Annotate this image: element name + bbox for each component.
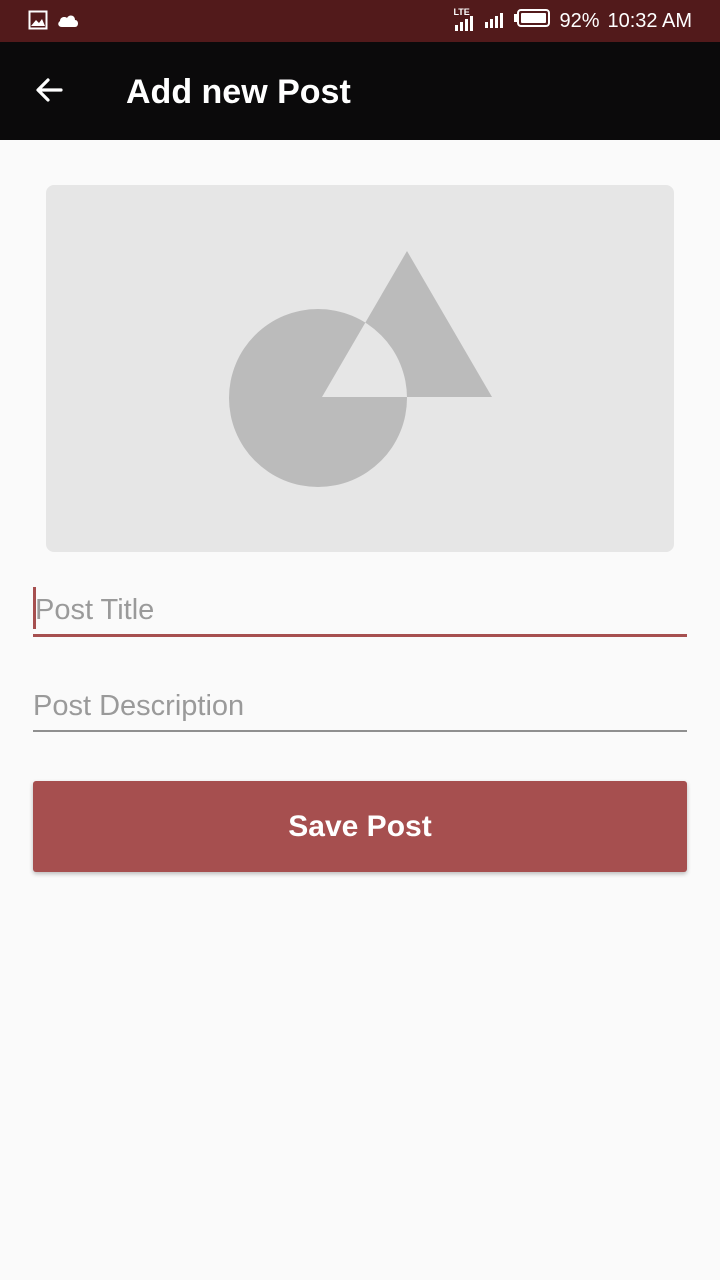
text-cursor	[33, 587, 36, 629]
network-label: LTE	[453, 7, 470, 17]
shapes-icon	[229, 251, 492, 487]
signal-icon	[483, 8, 505, 34]
post-title-input[interactable]	[33, 586, 687, 634]
post-title-field[interactable]	[33, 586, 687, 637]
page-title: Add new Post	[126, 73, 351, 111]
status-left	[28, 10, 80, 35]
post-title-underline	[33, 634, 687, 637]
image-icon	[28, 10, 48, 35]
save-post-button[interactable]: Save Post	[33, 781, 687, 872]
battery-percent: 92%	[559, 9, 600, 32]
image-picker[interactable]	[46, 185, 674, 552]
status-bar: LTE 92% 10:32 AM	[0, 0, 720, 42]
clock: 10:32 AM	[607, 9, 692, 32]
battery-icon	[513, 8, 551, 34]
back-button[interactable]	[28, 71, 70, 113]
cloud-icon	[56, 12, 80, 33]
lte-signal-icon: LTE	[453, 7, 475, 31]
post-description-field[interactable]	[33, 682, 687, 732]
post-description-underline	[33, 730, 687, 732]
status-right: LTE 92% 10:32 AM	[453, 0, 692, 42]
app-bar: Add new Post	[0, 42, 720, 140]
post-description-input[interactable]	[33, 682, 687, 730]
arrow-left-icon	[33, 74, 65, 111]
